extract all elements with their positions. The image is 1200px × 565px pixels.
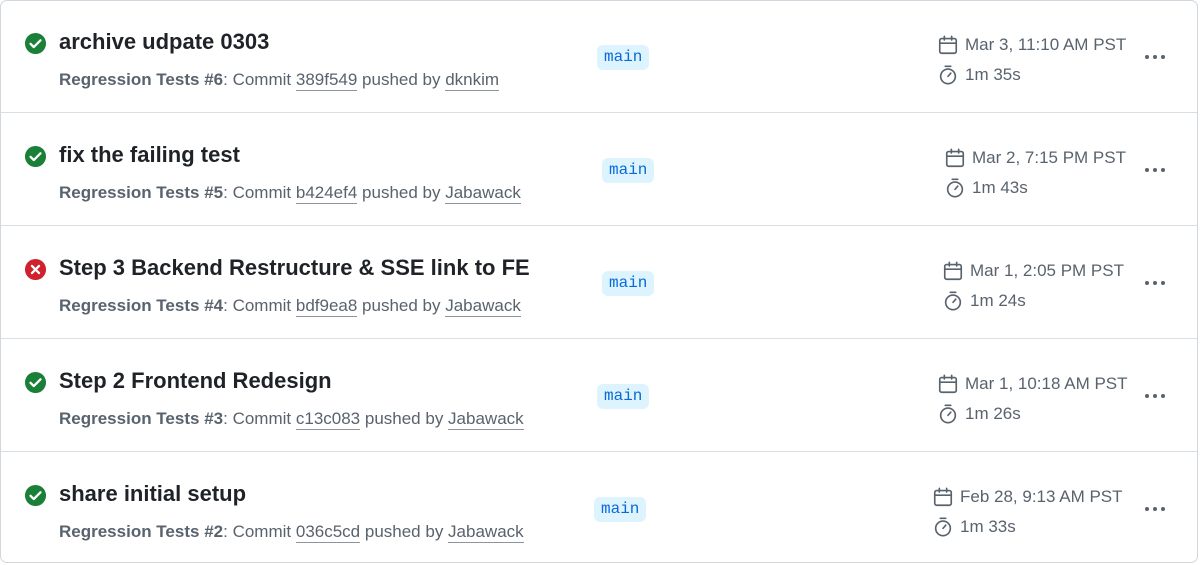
run-duration: 1m 35s: [937, 64, 1021, 86]
run-number: #4: [204, 296, 224, 315]
workflow-name: Regression Tests: [59, 70, 200, 89]
branch-badge[interactable]: main: [602, 158, 655, 183]
author-link[interactable]: dknkim: [445, 70, 500, 91]
run-title[interactable]: Step 3 Backend Restructure & SSE link to…: [59, 255, 530, 281]
run-title[interactable]: fix the failing test: [59, 142, 240, 168]
pushed-by-text: pushed by: [357, 183, 446, 202]
author-link[interactable]: Jabawack: [448, 522, 524, 543]
pushed-by-text: pushed by: [357, 70, 446, 89]
run-title[interactable]: Step 2 Frontend Redesign: [59, 368, 332, 394]
run-duration-text: 1m 43s: [972, 178, 1028, 197]
x-circle-icon: [24, 258, 47, 281]
run-date: Mar 1, 10:18 AM PST: [937, 373, 1128, 395]
run-duration: 1m 33s: [932, 516, 1016, 538]
workflow-name: Regression Tests: [59, 296, 200, 315]
run-duration-text: 1m 26s: [965, 404, 1021, 423]
run-meta: Regression Tests #4: Commit bdf9ea8 push…: [59, 296, 521, 317]
run-number: #2: [204, 522, 224, 541]
author-link[interactable]: Jabawack: [445, 296, 521, 317]
run-date: Mar 3, 11:10 AM PST: [937, 34, 1126, 56]
commit-prefix-text: : Commit: [223, 183, 296, 202]
workflow-run-row[interactable]: archive udpate 0303 Regression Tests #6:…: [1, 1, 1197, 113]
pushed-by-text: pushed by: [360, 522, 449, 541]
run-meta: Regression Tests #2: Commit 036c5cd push…: [59, 522, 524, 543]
kebab-horizontal-icon[interactable]: [1141, 495, 1169, 523]
workflow-run-row[interactable]: Step 2 Frontend Redesign Regression Test…: [1, 340, 1197, 452]
run-number: #3: [204, 409, 224, 428]
workflow-run-row[interactable]: share initial setup Regression Tests #2:…: [1, 453, 1197, 562]
run-meta: Regression Tests #3: Commit c13c083 push…: [59, 409, 524, 430]
run-duration: 1m 26s: [937, 403, 1021, 425]
run-date-text: Mar 1, 2:05 PM PST: [970, 261, 1124, 280]
commit-prefix-text: : Commit: [223, 70, 296, 89]
workflow-run-row[interactable]: Step 3 Backend Restructure & SSE link to…: [1, 227, 1197, 339]
calendar-icon: [937, 373, 965, 395]
commit-link[interactable]: bdf9ea8: [295, 296, 358, 317]
run-duration-text: 1m 24s: [970, 291, 1026, 310]
branch-badge[interactable]: main: [597, 384, 650, 409]
run-duration-text: 1m 33s: [960, 517, 1016, 536]
stopwatch-icon: [937, 64, 965, 86]
run-duration: 1m 43s: [944, 177, 1028, 199]
branch-badge[interactable]: main: [594, 497, 647, 522]
commit-link[interactable]: b424ef4: [295, 183, 358, 204]
commit-prefix-text: : Commit: [223, 409, 296, 428]
commit-link[interactable]: c13c083: [295, 409, 361, 430]
run-title[interactable]: archive udpate 0303: [59, 29, 269, 55]
check-circle-icon: [24, 32, 47, 55]
calendar-icon: [932, 486, 960, 508]
check-circle-icon: [24, 145, 47, 168]
calendar-icon: [937, 34, 965, 56]
run-meta: Regression Tests #6: Commit 389f549 push…: [59, 70, 500, 91]
kebab-horizontal-icon[interactable]: [1141, 43, 1169, 71]
run-number: #5: [204, 183, 224, 202]
run-date: Mar 2, 7:15 PM PST: [944, 147, 1126, 169]
stopwatch-icon: [944, 177, 972, 199]
pushed-by-text: pushed by: [360, 409, 449, 428]
stopwatch-icon: [942, 290, 970, 312]
workflow-name: Regression Tests: [59, 522, 200, 541]
author-link[interactable]: Jabawack: [445, 183, 521, 204]
branch-badge[interactable]: main: [602, 271, 655, 296]
run-date-text: Mar 1, 10:18 AM PST: [965, 374, 1128, 393]
author-link[interactable]: Jabawack: [448, 409, 524, 430]
run-date-text: Feb 28, 9:13 AM PST: [960, 487, 1123, 506]
run-date-text: Mar 3, 11:10 AM PST: [965, 35, 1127, 54]
workflow-name: Regression Tests: [59, 409, 200, 428]
check-circle-icon: [24, 371, 47, 394]
calendar-icon: [942, 260, 970, 282]
branch-badge[interactable]: main: [597, 45, 650, 70]
check-circle-icon: [24, 484, 47, 507]
kebab-horizontal-icon[interactable]: [1141, 382, 1169, 410]
run-duration: 1m 24s: [942, 290, 1026, 312]
commit-prefix-text: : Commit: [223, 522, 296, 541]
stopwatch-icon: [937, 403, 965, 425]
run-date: Feb 28, 9:13 AM PST: [932, 486, 1123, 508]
run-number: #6: [204, 70, 224, 89]
commit-link[interactable]: 036c5cd: [295, 522, 361, 543]
calendar-icon: [944, 147, 972, 169]
workflow-name: Regression Tests: [59, 183, 200, 202]
run-title[interactable]: share initial setup: [59, 481, 246, 507]
run-meta: Regression Tests #5: Commit b424ef4 push…: [59, 183, 521, 204]
kebab-horizontal-icon[interactable]: [1141, 156, 1169, 184]
kebab-horizontal-icon[interactable]: [1141, 269, 1169, 297]
workflow-run-list: archive udpate 0303 Regression Tests #6:…: [0, 0, 1198, 563]
stopwatch-icon: [932, 516, 960, 538]
run-duration-text: 1m 35s: [965, 65, 1021, 84]
commit-link[interactable]: 389f549: [295, 70, 358, 91]
workflow-run-row[interactable]: fix the failing test Regression Tests #5…: [1, 114, 1197, 226]
commit-prefix-text: : Commit: [223, 296, 296, 315]
pushed-by-text: pushed by: [357, 296, 446, 315]
run-date-text: Mar 2, 7:15 PM PST: [972, 148, 1126, 167]
run-date: Mar 1, 2:05 PM PST: [942, 260, 1124, 282]
